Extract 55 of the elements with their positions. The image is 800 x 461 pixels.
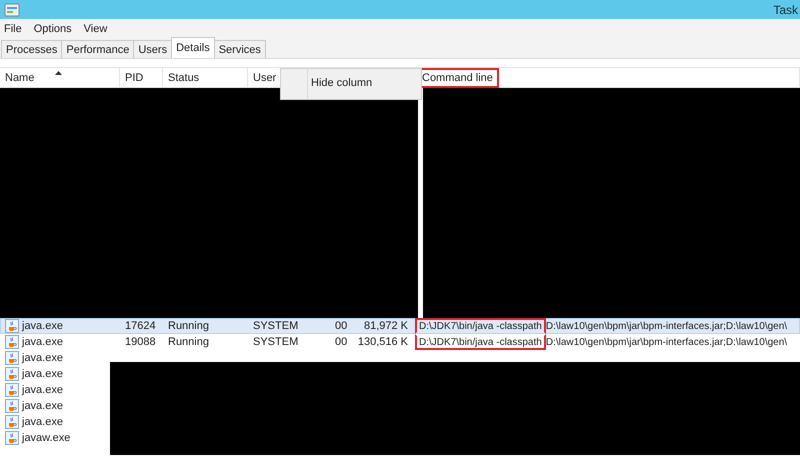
process-name: java.exe [22,416,63,428]
coffee-cup-icon [5,383,19,397]
coffee-cup-icon [5,335,19,349]
header-label: Name [5,72,34,84]
memory-cell-text: 81,972 K [362,320,409,332]
pid-cell-text: 19088 [124,336,157,348]
process-name: java.exe [22,400,63,412]
status-cell-text: Running [167,336,210,348]
tab[interactable]: Processes [1,40,62,58]
cpu-cell-text: 00 [334,336,348,348]
process-name: java.exe [22,368,63,380]
coffee-cup-icon [5,431,19,445]
cpu-cell-text: 00 [334,320,348,332]
command-text: D:\law10\gen\bpm\jar\bpm-interfaces.jar;D:\law10\gen\ [546,320,788,332]
header-label: PID [125,72,144,84]
column-header[interactable]: Name [0,68,120,87]
tab[interactable]: Details [171,37,215,58]
coffee-cup-icon [5,367,19,381]
status-cell-text: Running [167,320,210,332]
table-row[interactable]: java.exe 17624 Running SYSTEM 00 81,972 K D:\JDK7\bin/java -classpath D:\law10\gen\bpm\jar\bpm-interfaces.jar;D:\law10\gen\ [0,318,800,334]
menu-item[interactable]: File [4,22,22,34]
table-row[interactable]: javaw.exe [0,430,108,446]
column-header[interactable]: PID [120,68,163,87]
process-name: java.exe [22,384,63,396]
column-header[interactable]: Status [163,68,248,87]
coffee-cup-icon [5,415,19,429]
menu-item[interactable]: Options [34,22,72,34]
coffee-cup-icon [5,319,19,333]
command-text: D:\law10\gen\bpm\jar\bpm-interfaces.jar;D:\law10\gen\ [546,336,788,348]
coffee-cup-icon [5,399,19,413]
table-row[interactable]: java.exe [0,366,108,382]
process-name: javaw.exe [22,432,70,444]
pid-cell-text: 17624 [124,320,157,332]
header-label: Status [168,72,200,84]
process-name: java.exe [22,352,63,364]
table-row[interactable]: java.exe 19088 Running SYSTEM 00 130,516 K D:\JDK7\bin/java -classpath D:\law10\gen\bpm\jar\bpm-interfaces.jar;D:\law10\gen\ [0,334,800,350]
memory-cell-text: 130,516 K [360,336,409,348]
header-label: User [253,72,276,84]
user-cell-text: SYSTEM [252,336,300,348]
table-row[interactable]: java.exe [0,414,108,430]
process-name: java.exe [22,336,63,348]
menu-item[interactable]: View [84,22,108,34]
window-title: Task [773,2,798,16]
app-icon [4,2,20,16]
table-row[interactable]: java.exe [0,382,108,398]
process-name: java.exe [22,320,63,332]
sort-arrow-icon [55,71,62,75]
table-row[interactable]: java.exe [0,398,108,414]
menu-item[interactable]: Hide column [308,69,372,99]
highlighted-command-text: D:\JDK7\bin/java -classpath [415,318,546,334]
highlighted-command-text: D:\JDK7\bin/java -classpath [415,334,546,350]
user-cell-text: SYSTEM [252,320,300,332]
coffee-cup-icon [5,351,19,365]
tab[interactable]: Services [214,40,266,58]
table-row[interactable]: java.exe [0,350,108,366]
